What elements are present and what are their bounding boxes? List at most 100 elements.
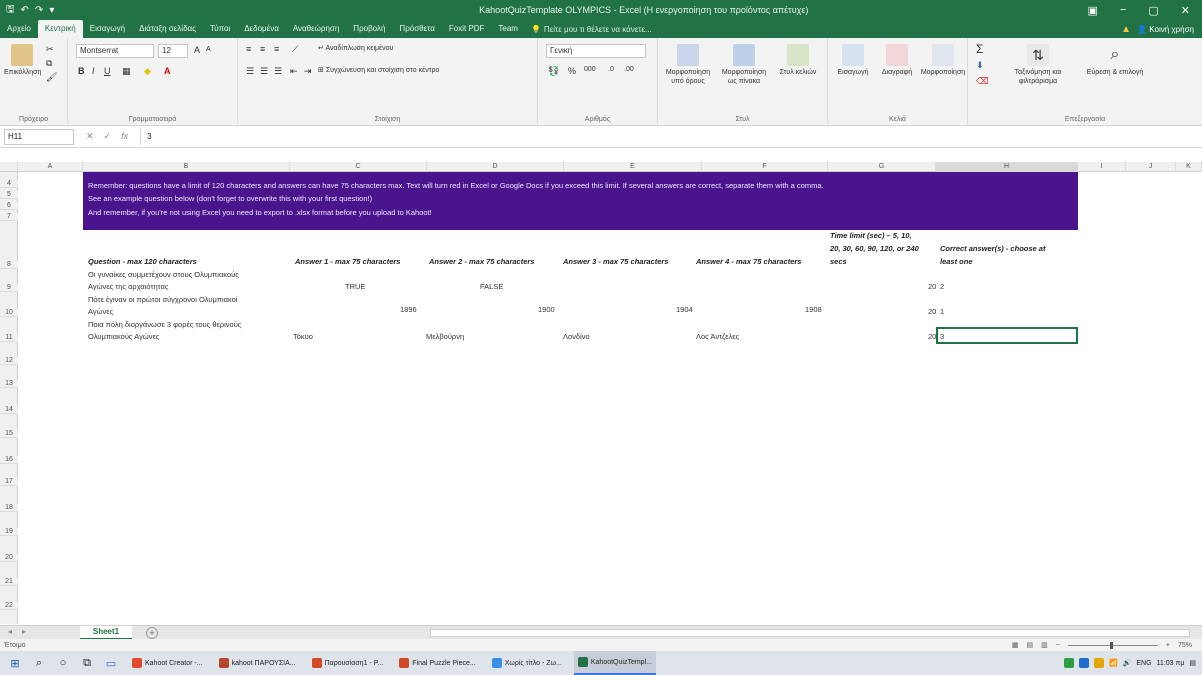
undo-icon[interactable]: ↶ [21, 5, 29, 16]
col-header-i[interactable]: I [1078, 162, 1126, 172]
share-button[interactable]: 👤 Κοινή χρήση [1137, 25, 1194, 34]
question-3-answer-2[interactable]: Μελβούρνη [426, 332, 464, 341]
header-answer-3[interactable]: Answer 3 - max 75 characters [563, 257, 668, 266]
row-header-4[interactable]: 4 [0, 180, 18, 188]
file-explorer-icon[interactable]: ▭ [102, 654, 120, 672]
comma-style-icon[interactable]: 000 [584, 66, 596, 73]
font-size-select[interactable]: 12 [158, 44, 188, 58]
col-header-c[interactable]: C [290, 162, 427, 172]
network-icon[interactable]: 📶 [1109, 659, 1118, 667]
tab-foxit[interactable]: Foxit PDF [442, 20, 492, 38]
tab-insert[interactable]: Εισαγωγή [83, 20, 132, 38]
decrease-decimal-icon[interactable]: .00 [624, 66, 634, 73]
question-2-time[interactable]: 20 [928, 307, 936, 316]
find-select-button[interactable]: ⌕ Εύρεση & επιλογή [1080, 44, 1150, 77]
row-header-15[interactable]: 15 [0, 430, 18, 438]
tab-home[interactable]: Κεντρική [37, 20, 83, 38]
page-layout-view-icon[interactable]: ▤ [1027, 641, 1034, 649]
taskbar-app-kahoot-creator[interactable]: Kahoot Creator -... [128, 651, 207, 675]
question-3-answer-4[interactable]: Λος Άντζελες [696, 332, 739, 341]
normal-view-icon[interactable]: ▦ [1012, 641, 1019, 649]
scroll-right-icon[interactable]: ▸ [22, 627, 26, 636]
tab-data[interactable]: Δεδομένα [237, 20, 286, 38]
question-1-correct[interactable]: 2 [940, 282, 944, 291]
format-cells-button[interactable]: Μορφοποίηση [920, 44, 966, 77]
select-all-corner[interactable] [0, 162, 18, 172]
col-header-e[interactable]: E [564, 162, 702, 172]
format-as-table-button[interactable]: Μορφοποίηση ως πίνακα [718, 44, 770, 86]
row-header-16[interactable]: 16 [0, 456, 18, 464]
header-correct-answer-line-1[interactable]: Correct answer(s) - choose at [940, 244, 1045, 253]
header-answer-2[interactable]: Answer 2 - max 75 characters [429, 257, 534, 266]
font-color-icon[interactable]: A [164, 66, 171, 76]
fill-icon[interactable]: ⬇ [976, 60, 984, 71]
tray-app-icon[interactable] [1078, 658, 1089, 668]
question-3-text-line-2[interactable]: Ολυμπιακούς Αγώνες [88, 332, 159, 341]
question-3-text-line-1[interactable]: Ποια πόλη διοργάνωσε 3 φορές τους θερινο… [88, 320, 241, 329]
header-question[interactable]: Question - max 120 characters [88, 257, 197, 266]
question-1-answer-2[interactable]: FALSE [480, 282, 503, 291]
zoom-level[interactable]: 75% [1178, 642, 1192, 649]
increase-decimal-icon[interactable]: .0 [608, 66, 614, 73]
sort-filter-button[interactable]: ⇅ Ταξινόμηση και φιλτράρισμα [998, 44, 1078, 86]
underline-icon[interactable]: U [104, 66, 111, 76]
taskbar-app-presentation1[interactable]: Παρουσίαση1 - P... [308, 651, 388, 675]
minimize-button[interactable]: − [1120, 4, 1126, 16]
header-time-limit-line-1[interactable]: Time limit (sec) – 5, 10, [830, 231, 912, 240]
cut-icon[interactable]: ✂ [46, 44, 54, 55]
spreadsheet-grid[interactable]: A B C D E F G H I J K 4 5 6 7 8 9 10 11 … [0, 148, 1202, 625]
zoom-slider-thumb[interactable] [1109, 641, 1113, 649]
increase-indent-icon[interactable]: ⇥ [304, 66, 312, 77]
question-1-text-line-2[interactable]: Αγώνες της αρχαιότητας [88, 282, 168, 291]
row-header-17[interactable]: 17 [0, 478, 18, 486]
insert-cells-button[interactable]: Εισαγωγή [832, 44, 874, 77]
header-time-limit-line-2[interactable]: 20, 30, 60, 90, 120, or 240 [830, 244, 919, 253]
row-header-8[interactable]: 8 [0, 261, 18, 269]
tab-view[interactable]: Προβολή [346, 20, 392, 38]
tab-file[interactable]: Αρχείο [0, 20, 38, 38]
tab-page-layout[interactable]: Διάταξη σελίδας [132, 20, 203, 38]
taskbar-app-final-puzzle[interactable]: Final Puzzle Piece... [395, 651, 479, 675]
row-header-6[interactable]: 6 [0, 202, 18, 210]
question-1-text-line-1[interactable]: Οι γυναίκες συμμετέχουν στους Ολυμπιακού… [88, 270, 239, 279]
align-left-icon[interactable]: ☰ [246, 66, 254, 77]
taskbar-app-kahoot-presentation[interactable]: kahoot ΠΑΡΟΥΣΙΑ... [215, 651, 300, 675]
tray-app-icon[interactable] [1093, 658, 1104, 668]
save-icon[interactable]: 🖫 [6, 2, 15, 19]
paste-button[interactable]: Επικόλληση [4, 44, 41, 77]
col-header-d[interactable]: D [427, 162, 564, 172]
formula-input[interactable]: 3 [140, 128, 1202, 145]
customize-qat-icon[interactable]: ▾ [49, 5, 54, 16]
row-header-11[interactable]: 11 [0, 334, 18, 342]
selected-cell-h11[interactable] [936, 327, 1078, 344]
question-2-answer-1[interactable]: 1896 [400, 305, 417, 314]
header-answer-1[interactable]: Answer 1 - max 75 characters [295, 257, 400, 266]
copy-icon[interactable]: ⧉ [46, 58, 52, 69]
bold-icon[interactable]: B [78, 66, 85, 76]
col-header-b[interactable]: B [83, 162, 290, 172]
tab-team[interactable]: Team [491, 20, 525, 38]
cell-styles-button[interactable]: Στυλ κελιών [774, 44, 822, 77]
row-header-22[interactable]: 22 [0, 602, 18, 610]
number-format-select[interactable]: Γενική [546, 44, 646, 58]
name-box[interactable]: H11 [4, 128, 74, 145]
header-correct-answer-line-2[interactable]: least one [940, 257, 973, 266]
page-break-view-icon[interactable]: ▥ [1041, 641, 1048, 649]
tab-review[interactable]: Αναθεώρηση [286, 20, 346, 38]
close-button[interactable]: ✕ [1181, 4, 1190, 17]
row-header-10[interactable]: 10 [0, 309, 18, 317]
row-header-14[interactable]: 14 [0, 406, 18, 414]
notifications-icon[interactable]: ▤ [1189, 659, 1196, 667]
fill-color-icon[interactable]: ◆ [144, 66, 151, 77]
align-top-icon[interactable]: ≡ [246, 44, 251, 54]
header-time-limit-line-3[interactable]: secs [830, 257, 847, 266]
format-painter-icon[interactable]: 🖌 [46, 72, 57, 83]
clock[interactable]: 11:03 πμ [1157, 660, 1185, 667]
row-header-18[interactable]: 18 [0, 504, 18, 512]
row-header-20[interactable]: 20 [0, 554, 18, 562]
col-header-a[interactable]: A [18, 162, 83, 172]
col-header-f[interactable]: F [702, 162, 828, 172]
row-header-21[interactable]: 21 [0, 578, 18, 586]
maximize-button[interactable]: ▢ [1148, 4, 1158, 17]
add-sheet-button[interactable]: + [146, 627, 158, 639]
